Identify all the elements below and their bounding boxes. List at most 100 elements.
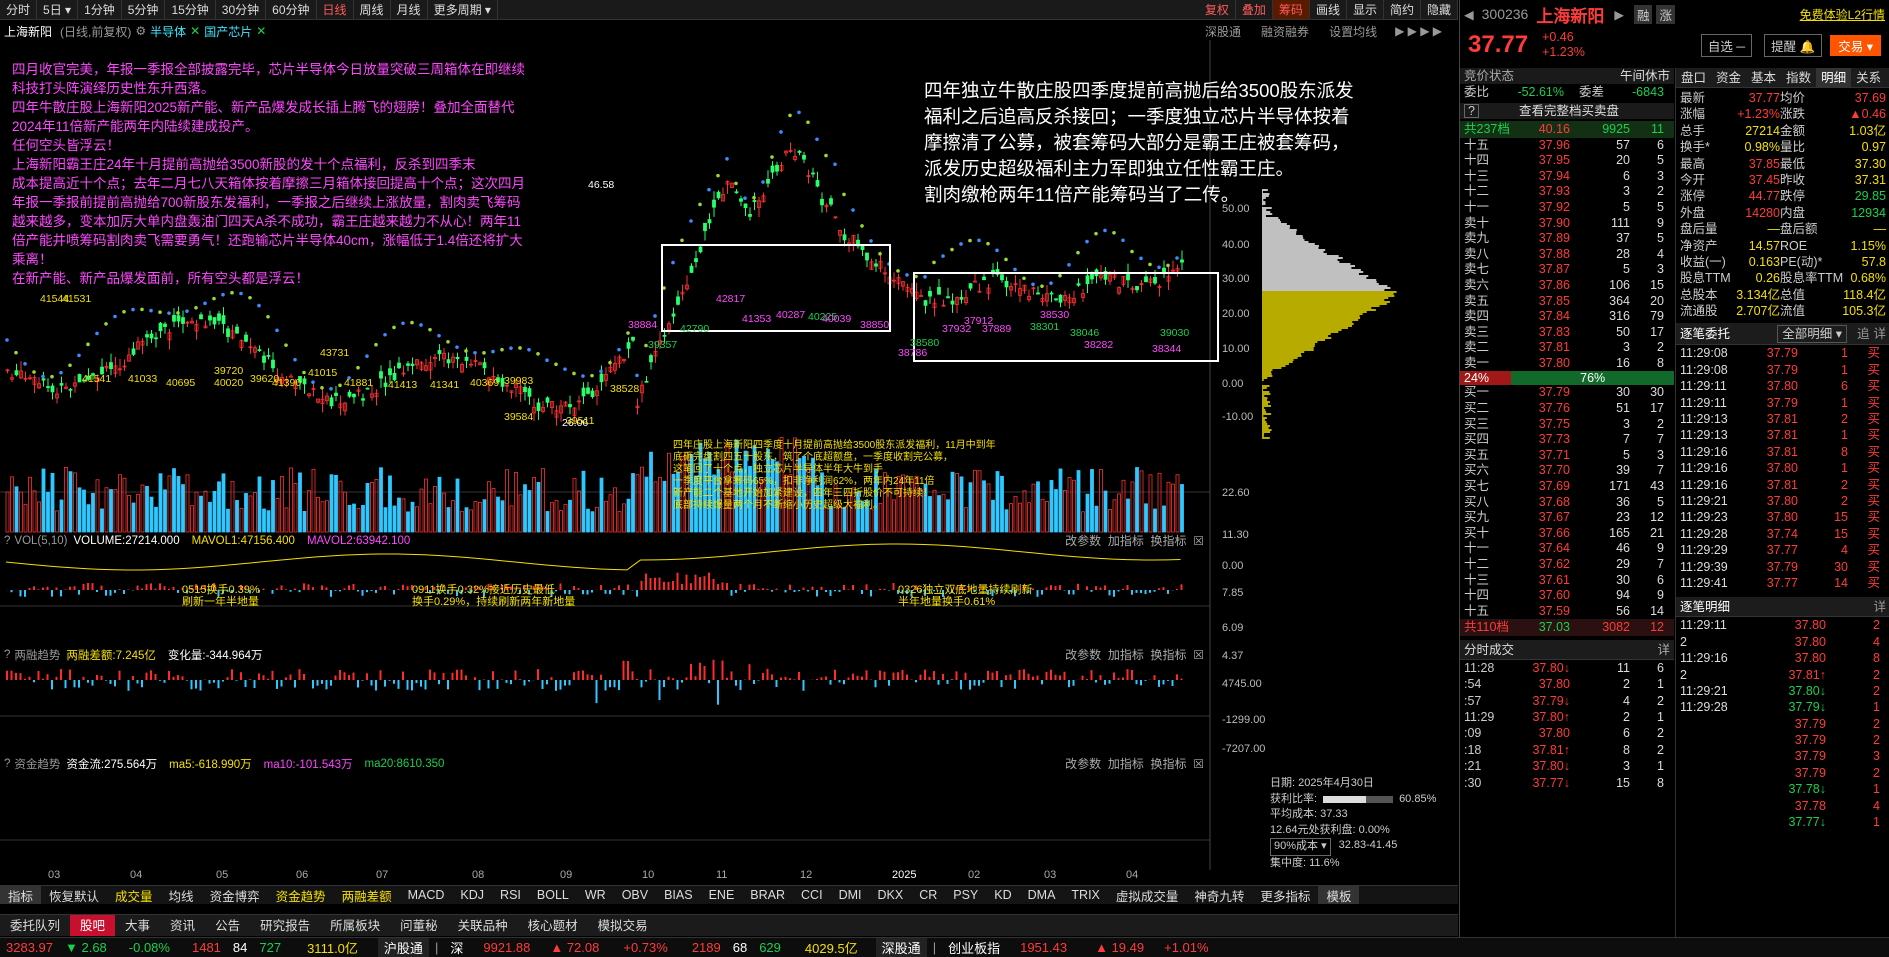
detail-tab-1[interactable]: 资金 xyxy=(1711,68,1746,87)
zbwt-detail[interactable]: 详 xyxy=(1873,323,1886,344)
margin-link[interactable]: 融资融券 xyxy=(1251,23,1319,40)
fs-detail[interactable]: 详 xyxy=(1657,640,1670,659)
orderbook-row[interactable]: :21 37.80↓ 3 1 xyxy=(1460,758,1674,774)
indicator-16[interactable]: CCI xyxy=(793,888,831,902)
orderbook-row[interactable]: 卖七 37.87 5 3 xyxy=(1460,262,1674,278)
indicator-3[interactable]: 均线 xyxy=(161,886,202,904)
l2-trial-link[interactable]: 免费体验L2行情 xyxy=(1800,6,1885,23)
help-icon[interactable]: ? xyxy=(0,758,14,770)
zbwt-track[interactable]: 追 xyxy=(1853,323,1874,344)
indicator-9[interactable]: RSI xyxy=(492,888,529,902)
help-icon[interactable]: ? xyxy=(0,649,14,661)
close-icon[interactable]: ✕ xyxy=(256,24,266,38)
vol-controls[interactable]: 改参数 加指标 换指标 ☒ xyxy=(1065,532,1204,549)
detail-tab-4[interactable]: 明细 xyxy=(1816,68,1852,87)
orderbook-row[interactable]: 卖三 37.83 50 17 xyxy=(1460,325,1674,341)
indicator-13[interactable]: BIAS xyxy=(656,888,701,902)
help-icon[interactable]: ? xyxy=(0,535,14,547)
orderbook-row[interactable]: :09 37.80 6 2 xyxy=(1460,725,1674,741)
orderbook-row[interactable]: 买五 37.71 5 3 xyxy=(1460,448,1674,464)
orderbook-row[interactable]: 买二 37.76 51 17 xyxy=(1460,401,1674,417)
full-book-link[interactable]: ? 查看完整档买卖盘 xyxy=(1460,102,1674,120)
orderbook-row[interactable]: :30 37.77↓ 15 8 xyxy=(1460,775,1674,791)
orderbook-row[interactable]: 十四 37.60 94 9 xyxy=(1460,588,1674,604)
indicator-0[interactable]: 指标 xyxy=(0,886,42,904)
indicator-8[interactable]: KDJ xyxy=(452,888,492,902)
fund-controls[interactable]: 改参数 加指标 换指标 ☒ xyxy=(1065,755,1204,772)
indicator-27[interactable]: 模板 xyxy=(1318,886,1360,904)
tag-chip[interactable]: 国产芯片 xyxy=(200,23,256,40)
indicator-17[interactable]: DMI xyxy=(831,888,870,902)
orderbook-row[interactable]: 买十 37.66 165 21 xyxy=(1460,526,1674,542)
orderbook-row[interactable]: 十一 37.64 46 9 xyxy=(1460,541,1674,557)
indicator-26[interactable]: 更多指标 xyxy=(1252,886,1318,904)
indicator-1[interactable]: 恢复默认 xyxy=(41,886,107,904)
orderbook-row[interactable]: 卖六 37.86 106 15 xyxy=(1460,278,1674,294)
sgt-button[interactable]: 深股通 xyxy=(875,938,927,957)
close-icon[interactable]: ✕ xyxy=(190,24,200,38)
orderbook-row[interactable]: 买三 37.75 3 2 xyxy=(1460,417,1674,433)
kline-chart[interactable]: 46.58 26.06 42817 42790 41353 40287 40225 40039… xyxy=(0,40,1458,884)
orderbook-row[interactable]: 买九 37.67 23 12 xyxy=(1460,510,1674,526)
toolbar-right-6[interactable]: 隐藏 xyxy=(1421,0,1458,19)
orderbook-row[interactable]: :57 37.79↓ 4 2 xyxy=(1460,693,1674,709)
gear-icon[interactable]: ⚙ xyxy=(135,24,146,38)
orderbook-row[interactable]: 十一 37.92 5 5 xyxy=(1460,200,1674,216)
bottom-tab-8[interactable]: 关联品种 xyxy=(448,915,518,936)
trade-button[interactable]: 交易 ▾ xyxy=(1830,34,1881,56)
play-icon[interactable]: ▶ ▶ ▶ ▶ xyxy=(1387,24,1450,38)
orderbook-row[interactable]: 十四 37.95 20 5 xyxy=(1460,153,1674,169)
bottom-tab-2[interactable]: 大事 xyxy=(115,915,160,936)
orderbook-row[interactable]: 买四 37.73 7 7 xyxy=(1460,432,1674,448)
period-6[interactable]: 60分钟 xyxy=(266,0,317,19)
orderbook-row[interactable]: 卖一 37.80 16 8 xyxy=(1460,356,1674,372)
period-10[interactable]: 更多周期 ▾ xyxy=(428,0,498,19)
hgt-link[interactable]: 深股通 xyxy=(1195,23,1251,40)
detail-tab-0[interactable]: 盘口 xyxy=(1676,68,1711,87)
period-1[interactable]: 5日 ▾ xyxy=(37,0,79,19)
indicator-20[interactable]: PSY xyxy=(945,888,986,902)
orderbook-row[interactable]: 十三 37.94 6 3 xyxy=(1460,169,1674,185)
orderbook-row[interactable]: :54 37.80 2 1 xyxy=(1460,676,1674,692)
bottom-tab-1[interactable]: 股吧 xyxy=(70,915,116,936)
orderbook-row[interactable]: 买七 37.69 171 43 xyxy=(1460,479,1674,495)
indicator-7[interactable]: MACD xyxy=(400,888,453,902)
indicator-24[interactable]: 虚拟成交量 xyxy=(1108,886,1187,904)
indicator-19[interactable]: CR xyxy=(911,888,945,902)
ma-settings[interactable]: 设置均线 xyxy=(1319,23,1387,40)
period-4[interactable]: 15分钟 xyxy=(165,0,216,19)
period-9[interactable]: 月线 xyxy=(391,0,428,19)
period-3[interactable]: 5分钟 xyxy=(122,0,166,19)
period-8[interactable]: 周线 xyxy=(354,0,391,19)
tag-semiconductor[interactable]: 半导体 xyxy=(146,23,190,40)
indicator-18[interactable]: DKX xyxy=(869,888,911,902)
orderbook-row[interactable]: 十二 37.93 3 2 xyxy=(1460,184,1674,200)
indicator-14[interactable]: ENE xyxy=(701,888,743,902)
indicator-23[interactable]: TRIX xyxy=(1063,888,1107,902)
detail-tab-2[interactable]: 基本 xyxy=(1746,68,1781,87)
toolbar-right-2[interactable]: 筹码 xyxy=(1272,0,1310,19)
orderbook-row[interactable]: 十三 37.61 30 6 xyxy=(1460,573,1674,589)
indicator-15[interactable]: BRAR xyxy=(742,888,793,902)
orderbook-row[interactable]: 卖十 37.90 111 9 xyxy=(1460,216,1674,232)
bottom-tab-5[interactable]: 研究报告 xyxy=(250,915,320,936)
toolbar-right-5[interactable]: 简约 xyxy=(1384,0,1421,19)
detail-tab-3[interactable]: 指数 xyxy=(1781,68,1816,87)
orderbook-row[interactable]: 卖八 37.88 28 4 xyxy=(1460,247,1674,263)
bottom-tab-10[interactable]: 模拟交易 xyxy=(588,915,658,936)
bottom-tab-7[interactable]: 问董秘 xyxy=(390,915,448,936)
zbwt-select[interactable]: 全部明细 ▾ xyxy=(1777,325,1847,344)
prev-stock-icon[interactable]: ◀ xyxy=(1464,7,1474,22)
indicator-12[interactable]: OBV xyxy=(614,888,656,902)
indicator-6[interactable]: 两融差额 xyxy=(334,886,400,904)
indicator-4[interactable]: 资金博弈 xyxy=(202,886,268,904)
orderbook-row[interactable]: 卖二 37.81 3 2 xyxy=(1460,340,1674,356)
period-0[interactable]: 分时 xyxy=(0,0,38,19)
hgt-button[interactable]: 沪股通 xyxy=(377,938,429,957)
orderbook-row[interactable]: 11:29 37.80↑ 2 1 xyxy=(1460,709,1674,725)
indicator-5[interactable]: 资金趋势 xyxy=(268,886,334,904)
bottom-tab-6[interactable]: 所属板块 xyxy=(320,915,390,936)
indicator-11[interactable]: WR xyxy=(577,888,614,902)
period-5[interactable]: 30分钟 xyxy=(216,0,267,19)
bottom-tab-3[interactable]: 资讯 xyxy=(160,915,205,936)
